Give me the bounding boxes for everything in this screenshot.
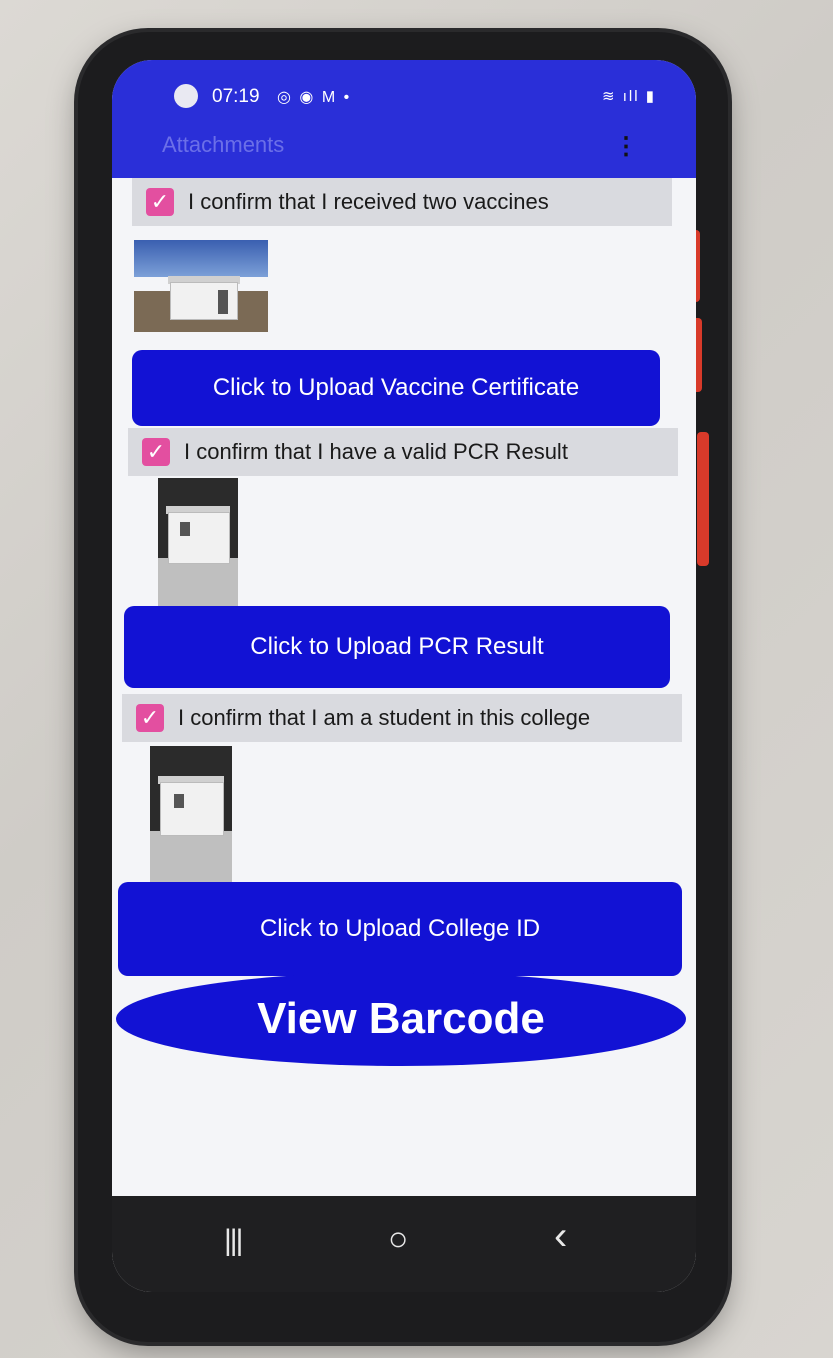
student-confirm-row[interactable]: ✓ I confirm that I am a student in this … (122, 694, 682, 742)
page-title: Attachments (162, 132, 285, 157)
status-bar: 07:19 ◎ ◉ M • ≋ ıll ▮ (112, 60, 696, 118)
recents-icon[interactable]: ||| (224, 1224, 243, 1258)
upload-pcr-result-button[interactable]: Click to Upload PCR Result (124, 606, 670, 688)
pcr-result-image (158, 478, 238, 612)
notification-icons: ◎ ◉ M • (277, 89, 352, 106)
system-status-icons: ≋ ıll ▮ (602, 88, 656, 105)
upload-vaccine-certificate-button[interactable]: Click to Upload Vaccine Certificate (132, 350, 660, 426)
overflow-menu-icon[interactable]: ⋮ (614, 132, 638, 161)
student-confirm-label: I confirm that I am a student in this co… (178, 705, 591, 730)
vaccine-confirm-label: I confirm that I received two vaccines (188, 189, 549, 214)
power-key (697, 432, 709, 566)
pcr-confirm-row[interactable]: ✓ I confirm that I have a valid PCR Resu… (128, 428, 678, 476)
app-bar: Attachments ⋮ (112, 118, 696, 178)
vaccine-certificate-image (134, 240, 268, 332)
college-id-image (150, 746, 232, 888)
vaccine-confirm-row[interactable]: ✓ I confirm that I received two vaccines (132, 178, 672, 226)
vaccine-checkbox-icon[interactable]: ✓ (146, 188, 174, 216)
upload-college-id-button[interactable]: Click to Upload College ID (118, 882, 682, 976)
front-camera (174, 84, 198, 108)
view-barcode-button[interactable]: View Barcode (116, 972, 686, 1066)
student-checkbox-icon[interactable]: ✓ (136, 704, 164, 732)
pcr-checkbox-icon[interactable]: ✓ (142, 438, 170, 466)
pcr-confirm-label: I confirm that I have a valid PCR Result (184, 439, 568, 464)
system-nav-bar: ||| ○ ‹ (112, 1196, 696, 1292)
home-icon[interactable]: ○ (388, 1220, 409, 1259)
back-icon[interactable]: ‹ (554, 1214, 567, 1259)
phone-screen: 07:19 ◎ ◉ M • ≋ ıll ▮ Attachments ⋮ ✓ I … (112, 60, 696, 1292)
status-time: 07:19 (212, 86, 260, 107)
